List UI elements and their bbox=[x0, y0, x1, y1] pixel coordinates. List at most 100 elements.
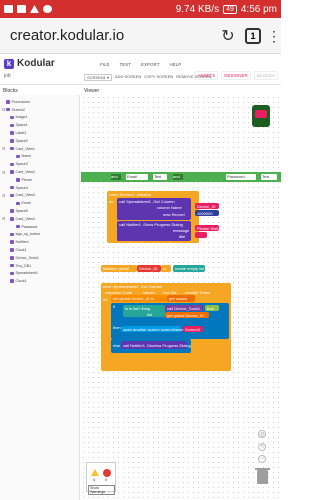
more-options-icon[interactable]: ⋮ bbox=[267, 29, 281, 43]
status-bar: 9.74 KB/s 49 4:56 pm bbox=[0, 0, 281, 18]
device-tools-call[interactable]: call Device_Tools1 . bbox=[165, 305, 203, 311]
warnings-panel: 0 0 Show Warnings bbox=[86, 462, 116, 495]
tree-item[interactable]: ⊟ Screen2 bbox=[0, 106, 79, 114]
project-name: job bbox=[4, 73, 11, 79]
tree-item[interactable]: Phone bbox=[0, 176, 79, 184]
get-column-call[interactable]: call Spreadsheet1 .Get Column column Nam… bbox=[117, 198, 191, 220]
list-label: is in list? thing bbox=[125, 306, 151, 311]
viewer-panel-title: Viewer bbox=[84, 88, 100, 94]
then-label: then bbox=[113, 325, 121, 330]
tree-item-label: Clock1 bbox=[15, 279, 27, 284]
add-screen-button[interactable]: ADD SCREEN bbox=[115, 74, 141, 81]
global-name: Device_ID bbox=[139, 266, 158, 271]
copy-screen-button[interactable]: COPY SCREEN bbox=[144, 74, 173, 81]
network-speed: 9.74 KB/s bbox=[175, 3, 220, 15]
notification-icon bbox=[4, 5, 13, 13]
designer-button[interactable]: DESIGNER bbox=[221, 71, 251, 80]
tree-item[interactable]: Spreadsheet1 bbox=[0, 270, 79, 278]
tree-item[interactable]: Space1 bbox=[0, 121, 79, 129]
backpack-icon[interactable] bbox=[252, 105, 270, 127]
get-values-block[interactable]: get values bbox=[167, 295, 195, 302]
component-icon bbox=[10, 209, 14, 213]
tree-item[interactable]: ⊟ Card_View3 bbox=[0, 192, 79, 200]
is-in-list-block[interactable]: is in list? thing list bbox=[123, 305, 165, 317]
zoom-out-icon[interactable]: − bbox=[258, 455, 266, 463]
zoom-in-icon[interactable]: + bbox=[258, 443, 266, 451]
tree-item[interactable]: Space4 bbox=[0, 184, 79, 192]
tree-item[interactable]: Notifier1 bbox=[0, 238, 79, 246]
url-bar[interactable]: creator.kodular.io bbox=[6, 27, 217, 44]
tree-item[interactable]: Procedures bbox=[0, 98, 79, 106]
reload-icon[interactable]: ↻ bbox=[217, 26, 239, 46]
component-icon bbox=[10, 170, 14, 174]
create-empty-list[interactable]: create empty list bbox=[173, 265, 205, 272]
number-value: 1000000 bbox=[197, 211, 213, 216]
assets-button[interactable]: ASSETS bbox=[194, 71, 219, 80]
tree-item[interactable]: Tiny_DB1 bbox=[0, 262, 79, 270]
screen-select[interactable]: SCREEN1 ▾ bbox=[84, 74, 113, 81]
tree-item[interactable]: sign_up_button bbox=[0, 231, 79, 239]
trash-icon[interactable] bbox=[255, 468, 270, 484]
max-number[interactable]: 1000000 bbox=[195, 210, 219, 216]
param-label: max Record bbox=[163, 212, 185, 217]
blocks-workspace[interactable]: and Email Text and Password Text when Sc… bbox=[81, 95, 281, 500]
show-progress-call[interactable]: call Notifier1 .Show Progress Dialog mes… bbox=[117, 221, 191, 241]
tree-item[interactable]: ⊟ Card_View4 bbox=[0, 215, 79, 223]
tree-item[interactable]: Image1 bbox=[0, 114, 79, 122]
component-tree: Procedures ⊟ Screen2 Image1 Space1 Label1 Spac… bbox=[0, 95, 79, 285]
tree-item[interactable]: Space2 bbox=[0, 137, 79, 145]
tree-item[interactable]: ⊟ Card_View2 bbox=[0, 168, 79, 176]
open-screen-block[interactable]: open another screen screenName bbox=[121, 326, 184, 332]
component-icon bbox=[10, 123, 14, 128]
tree-item[interactable]: Space3 bbox=[0, 160, 79, 168]
true-block[interactable]: true bbox=[205, 305, 219, 311]
get-global-block[interactable]: get global Device_ID bbox=[165, 312, 209, 318]
and-chip: and bbox=[111, 174, 121, 180]
tree-item-label: Notifier1 bbox=[15, 240, 29, 245]
component-icon bbox=[16, 178, 20, 182]
menu-help[interactable]: HELP bbox=[169, 62, 181, 67]
tree-item[interactable]: Space5 bbox=[0, 207, 79, 215]
menu-test[interactable]: TEST bbox=[120, 62, 132, 67]
tab-switcher-button[interactable]: 1 bbox=[245, 27, 261, 44]
tree-item[interactable]: Clock1 bbox=[0, 246, 79, 254]
collapse-toggle-icon[interactable]: ⊟ bbox=[2, 146, 5, 151]
zoom-reset-icon[interactable]: ◎ bbox=[258, 430, 266, 438]
screen-toolbar: SCREEN1 ▾ ADD SCREEN COPY SCREEN REMOVE … bbox=[84, 74, 211, 81]
dismiss-progress-call[interactable]: call Notifier1 .Dismiss Progress Dialog bbox=[121, 341, 191, 349]
tree-item[interactable]: Label1 bbox=[0, 129, 79, 137]
string-value: Please Wait bbox=[197, 226, 219, 231]
tree-item[interactable]: ⊟ Card_View1 bbox=[0, 145, 79, 153]
blocks-button[interactable]: BLOCKS bbox=[253, 71, 278, 80]
title-string[interactable] bbox=[195, 232, 207, 238]
kodular-logo[interactable]: k Kodular bbox=[4, 58, 55, 69]
tree-item-label: Phone bbox=[21, 177, 32, 182]
menu-export[interactable]: EXPORT bbox=[141, 62, 159, 67]
menu-file[interactable]: FILE bbox=[100, 62, 110, 67]
component-icon bbox=[10, 279, 14, 283]
global-name-field[interactable]: Device_ID bbox=[137, 265, 161, 272]
show-warnings-button[interactable]: Show Warnings bbox=[88, 485, 115, 495]
initialize-global-block[interactable]: initialize global bbox=[101, 265, 137, 272]
tree-item[interactable]: Password bbox=[0, 223, 79, 231]
screen-name-string[interactable]: Screen3 bbox=[183, 326, 203, 332]
tree-item[interactable]: Email bbox=[0, 199, 79, 207]
and-block-row[interactable]: and Email Text and Password Text bbox=[81, 172, 281, 182]
collapse-toggle-icon[interactable]: ⊟ bbox=[2, 193, 5, 198]
call-label: call Spreadsheet1 .Get Column bbox=[119, 199, 175, 204]
set-global-block[interactable]: set global Device_ID to bbox=[111, 295, 167, 302]
param-label: message bbox=[173, 228, 190, 233]
collapse-toggle-icon[interactable]: ⊟ bbox=[2, 170, 5, 175]
open-label: open another screen screenName bbox=[123, 327, 184, 332]
message-string[interactable]: Please Wait bbox=[195, 225, 219, 231]
tree-item[interactable]: Clock1 bbox=[0, 277, 79, 285]
gallery-icon bbox=[17, 5, 26, 13]
collapse-toggle-icon[interactable]: ⊟ bbox=[2, 216, 5, 221]
device-id-string[interactable]: Device_ID bbox=[195, 203, 219, 209]
tree-item-label: Spreadsheet1 bbox=[15, 271, 38, 276]
tree-item[interactable]: Name bbox=[0, 153, 79, 161]
tree-item-label: Card_View3 bbox=[15, 193, 36, 198]
tree-item[interactable]: Device_Tools1 bbox=[0, 254, 79, 262]
tree-item-label: Space1 bbox=[15, 123, 28, 128]
collapse-toggle-icon[interactable]: ⊟ bbox=[2, 107, 5, 112]
